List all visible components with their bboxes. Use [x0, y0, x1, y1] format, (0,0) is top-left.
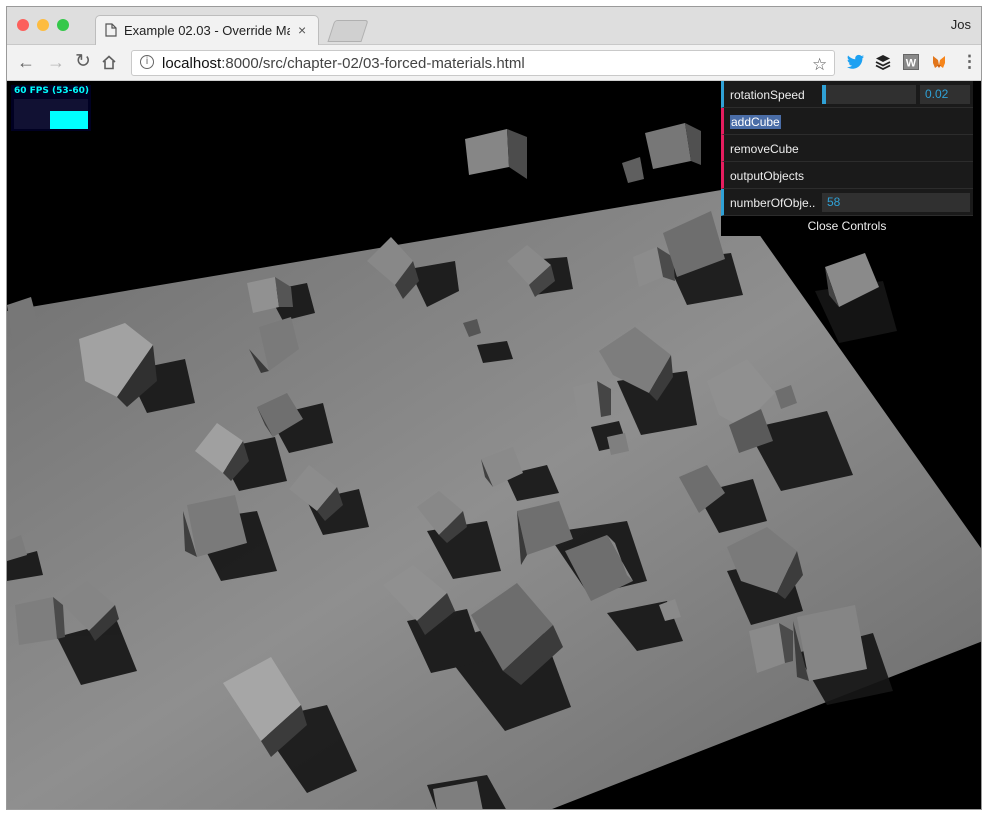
star-icon[interactable]: ☆: [812, 55, 827, 75]
browser-window: Example 02.03 - Override Mate × Jos ← → …: [6, 6, 982, 810]
url-text: localhost:8000/src/chapter-02/03-forced-…: [162, 55, 525, 72]
remove-cube-button[interactable]: removeCube: [721, 135, 973, 162]
tab-close-icon[interactable]: ×: [298, 22, 306, 38]
document-icon: [105, 23, 117, 37]
output-objects-label: outputObjects: [730, 169, 805, 183]
back-icon[interactable]: ←: [17, 51, 35, 73]
tab-title: Example 02.03 - Override Mate: [124, 23, 290, 38]
tab-active[interactable]: Example 02.03 - Override Mate ×: [95, 15, 319, 45]
toolbar: ← → ↻ i localhost:8000/src/chapter-02/03…: [7, 45, 981, 81]
add-cube-button[interactable]: addCube: [721, 108, 973, 135]
remove-cube-label: removeCube: [730, 142, 799, 156]
buffer-icon[interactable]: [875, 54, 891, 70]
webgl-viewport[interactable]: 60 FPS (53-60) rotationSpeed 0.02 addCub…: [7, 81, 981, 809]
new-tab-button[interactable]: [327, 20, 369, 42]
tab-strip: Example 02.03 - Override Mate × Jos: [7, 7, 981, 45]
forward-icon[interactable]: →: [47, 51, 65, 73]
w-extension-icon[interactable]: W: [903, 54, 919, 70]
number-of-objects-input[interactable]: 58: [822, 193, 970, 212]
rotation-speed-slider-fill: [822, 85, 826, 104]
metamask-icon[interactable]: [931, 54, 947, 70]
fps-readout: 60 FPS (53-60): [14, 86, 90, 96]
close-controls-button[interactable]: Close Controls: [721, 216, 973, 236]
rotation-speed-label: rotationSpeed: [730, 88, 805, 102]
close-window-button[interactable]: [17, 19, 29, 31]
menu-icon[interactable]: ⋮: [961, 51, 978, 73]
address-bar[interactable]: i localhost:8000/src/chapter-02/03-force…: [131, 50, 835, 76]
fps-graph: [14, 99, 88, 129]
dat-gui-panel: rotationSpeed 0.02 addCube removeCube ou…: [721, 81, 973, 236]
rotation-speed-slider[interactable]: [822, 85, 916, 104]
url-path: :8000/src/chapter-02/03-forced-materials…: [221, 55, 525, 72]
reload-icon[interactable]: ↻: [75, 51, 91, 73]
url-host: localhost: [162, 55, 222, 72]
number-of-objects-control: numberOfObje.. 58: [721, 189, 973, 216]
add-cube-label: addCube: [730, 115, 781, 129]
fps-graph-bar: [50, 111, 88, 129]
profile-name[interactable]: Jos: [951, 17, 971, 32]
stats-panel[interactable]: 60 FPS (53-60): [11, 85, 91, 131]
rotation-speed-control: rotationSpeed 0.02: [721, 81, 973, 108]
output-objects-button[interactable]: outputObjects: [721, 162, 973, 189]
home-icon[interactable]: [101, 55, 117, 70]
rotation-speed-input[interactable]: 0.02: [920, 85, 970, 104]
info-icon[interactable]: i: [140, 55, 154, 69]
svg-text:W: W: [906, 58, 917, 70]
twitter-icon[interactable]: [847, 54, 865, 70]
number-of-objects-label: numberOfObje..: [730, 196, 816, 210]
minimize-window-button[interactable]: [37, 19, 49, 31]
zoom-window-button[interactable]: [57, 19, 69, 31]
